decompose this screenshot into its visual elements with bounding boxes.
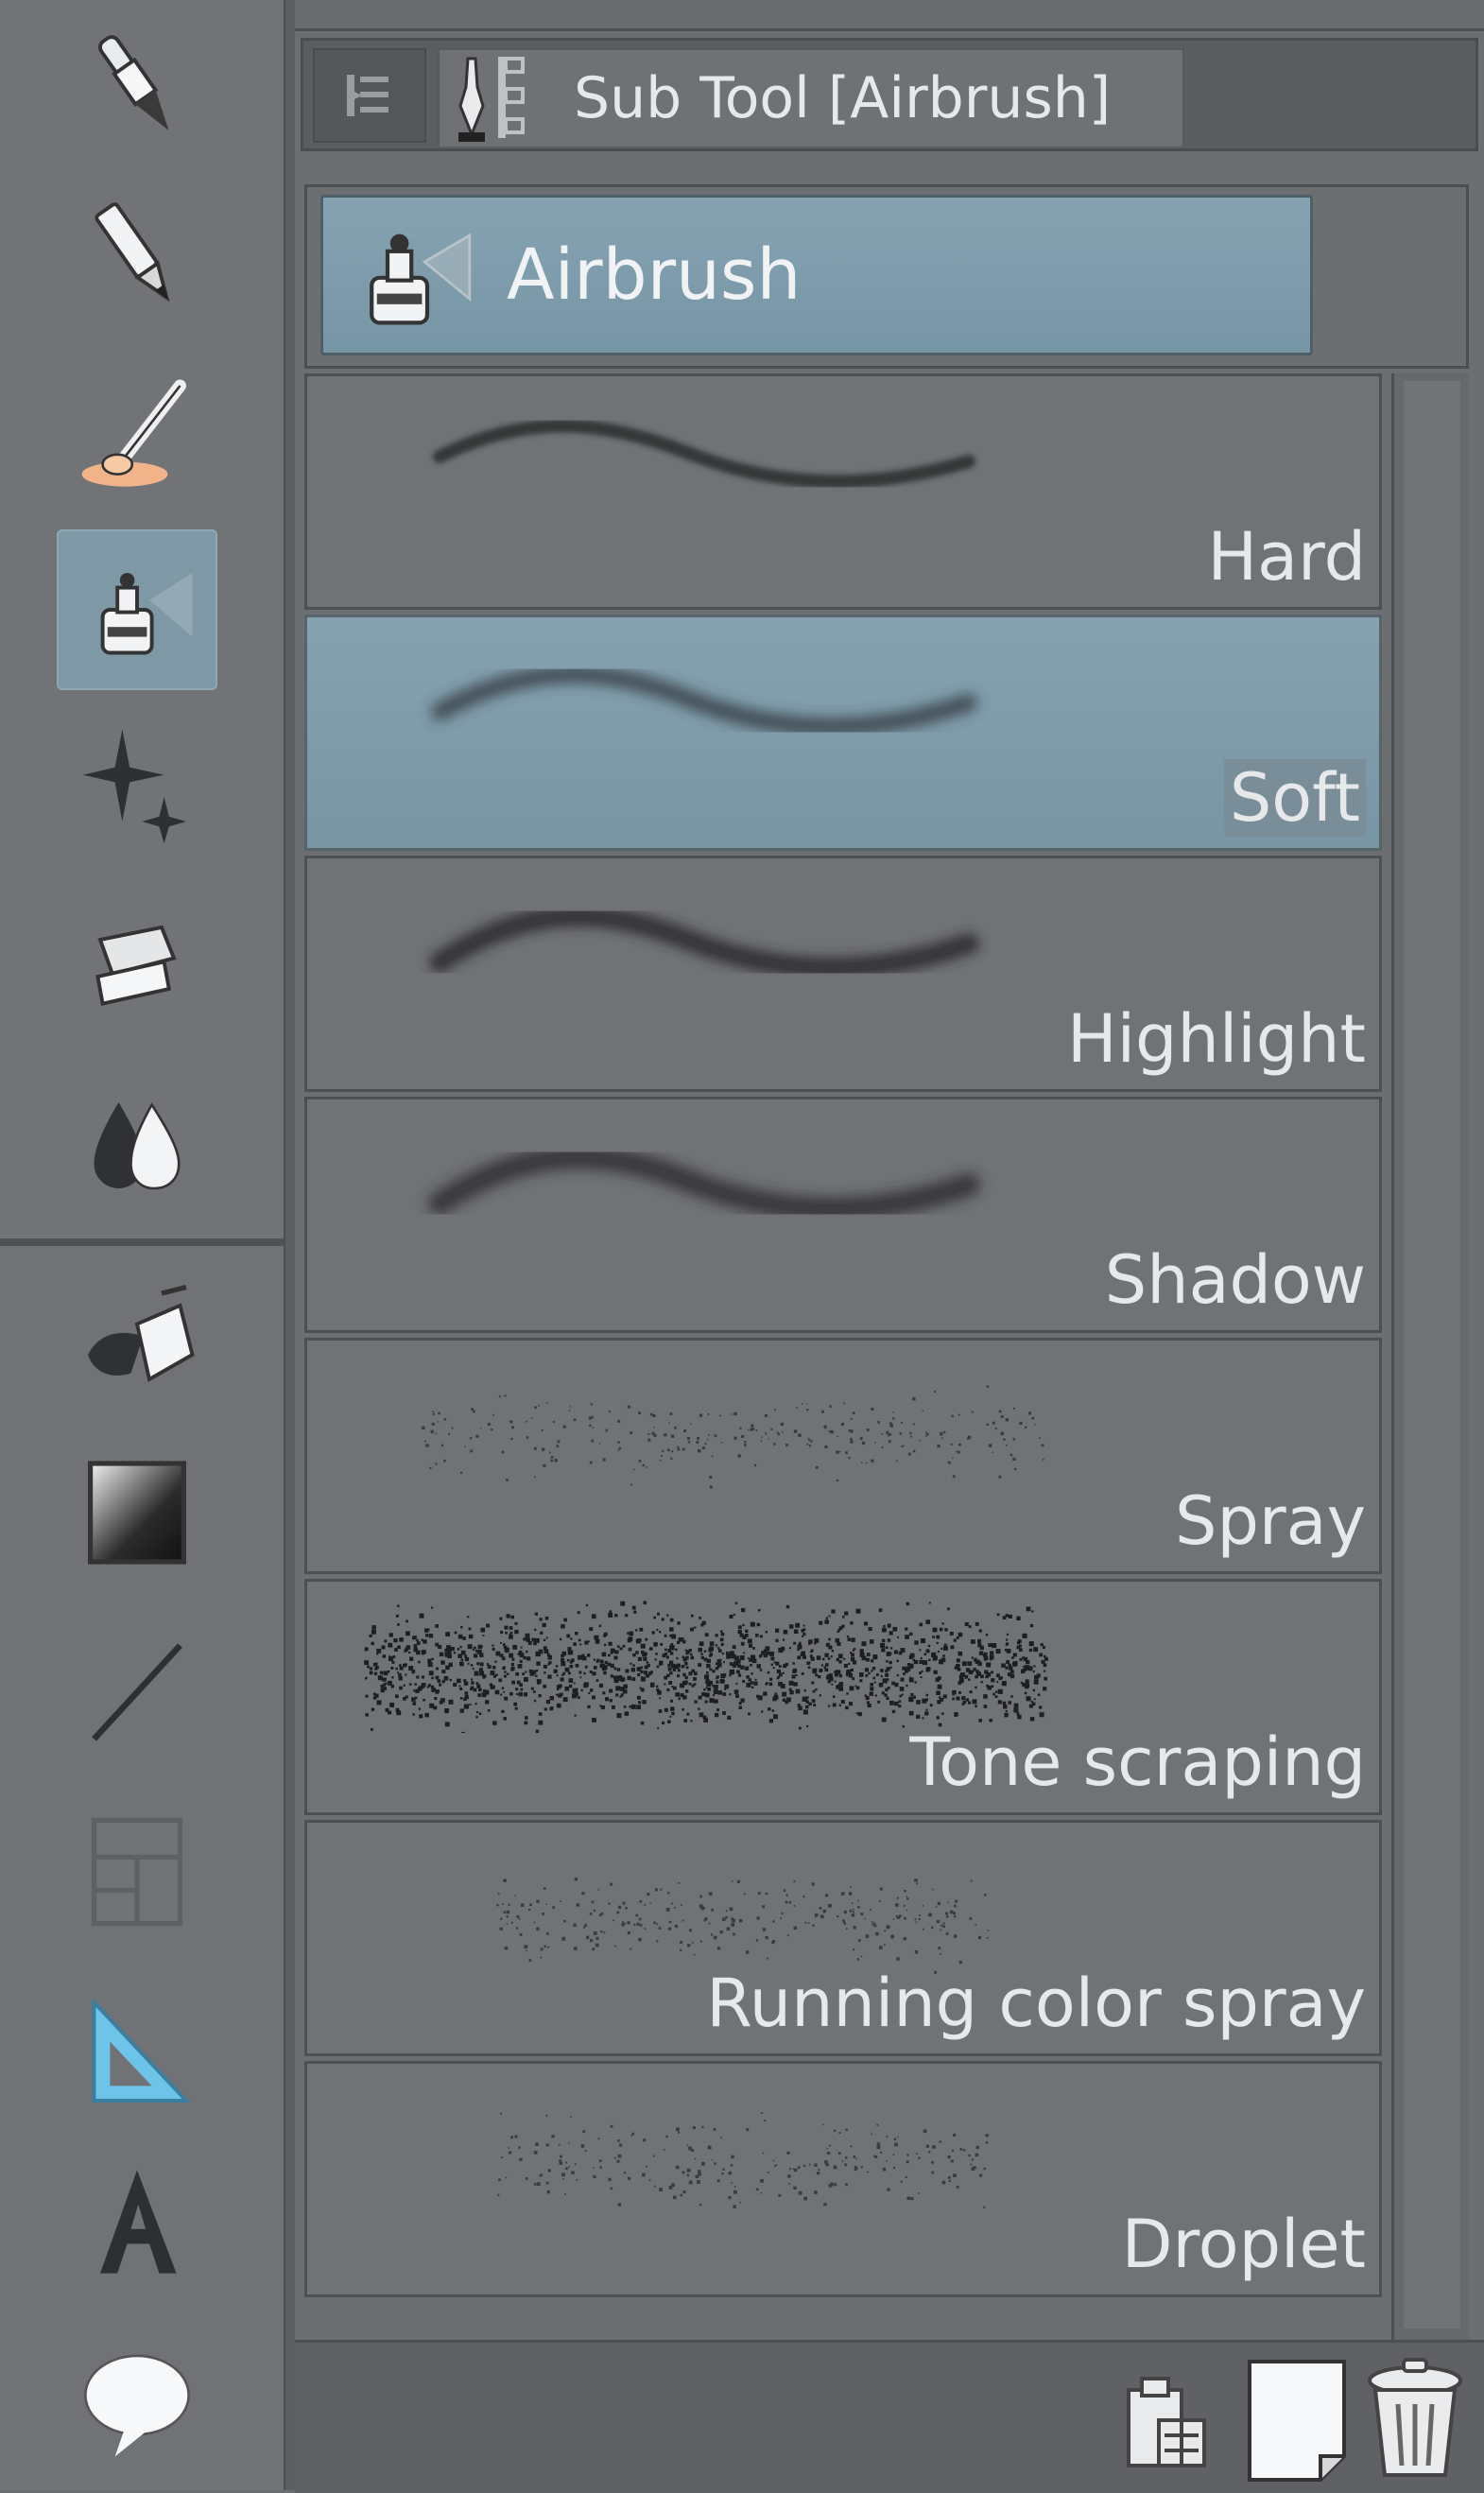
sub-tool-item-highlight[interactable]: Highlight [304, 856, 1382, 1092]
figure-tool[interactable] [57, 1612, 217, 1773]
scrollbar-thumb[interactable] [1404, 381, 1460, 2329]
pencil-icon [95, 202, 170, 303]
sub-tool-label: Spray [1175, 1482, 1366, 1560]
clipboard-copy-icon [1127, 2377, 1206, 2467]
eraser-tool[interactable] [57, 884, 217, 1045]
blend-drops-icon [94, 1102, 181, 1190]
frame-border-icon [91, 1817, 183, 1927]
new-sub-tool-button[interactable] [1240, 2352, 1354, 2484]
sub-tool-label: Shadow [1104, 1241, 1366, 1319]
frame-border-tool[interactable] [57, 1792, 217, 1952]
sub-tool-group-airbrush[interactable]: Airbrush [320, 195, 1313, 355]
sub-tool-panel: Sub Tool [Airbrush] Airbrush Hard Soft H… [295, 0, 1484, 2493]
sub-tool-item-soft[interactable]: Soft [304, 615, 1382, 851]
sub-tool-label: Tone scraping [909, 1723, 1366, 1801]
brush-stroke-preview [422, 1385, 1044, 1489]
decoration-tool[interactable] [57, 704, 217, 865]
pen-tool[interactable] [57, 5, 217, 165]
sub-tool-item-tone-scraping[interactable]: Tone scraping [304, 1579, 1382, 1815]
text-icon [100, 2170, 177, 2274]
sub-tool-label: Droplet [1121, 2206, 1366, 2283]
panel-bottom-bar [295, 2340, 1484, 2493]
sub-tool-group-area: Airbrush [304, 184, 1469, 369]
brush-stroke-preview [431, 666, 977, 736]
fill-bucket-icon [88, 1284, 195, 1383]
pencil-tool[interactable] [57, 175, 217, 336]
text-tool[interactable] [57, 2141, 217, 2302]
sub-tool-item-droplet[interactable]: Droplet [304, 2061, 1382, 2297]
menu-list-icon [347, 75, 388, 116]
sub-tool-item-running-color-spray[interactable]: Running color spray [304, 1820, 1382, 2056]
brush-stroke-preview [433, 419, 975, 489]
pen-nib-icon [98, 35, 169, 130]
balloon-tool[interactable] [57, 2321, 217, 2482]
fill-tool[interactable] [57, 1262, 217, 1423]
sub-tool-icon [458, 57, 525, 142]
blend-tool[interactable] [57, 1059, 217, 1220]
tab-sub-tool[interactable]: Sub Tool [Airbrush] [438, 48, 1184, 147]
sub-tool-item-spray[interactable]: Spray [304, 1338, 1382, 1574]
sub-tool-label: Highlight [1066, 1000, 1366, 1078]
ruler-icon [92, 1998, 191, 2103]
panel-menu-button[interactable] [313, 48, 426, 143]
copy-sub-tool-button[interactable] [1108, 2352, 1221, 2484]
sub-tool-label: Soft [1223, 759, 1366, 837]
sub-tool-list: Hard Soft Highlight Shadow Spray Tone sc… [304, 373, 1401, 2307]
gradient-icon [88, 1461, 186, 1565]
balloon-icon [84, 2354, 190, 2457]
sub-tool-item-hard[interactable]: Hard [304, 373, 1382, 610]
sparkle-decoration-icon [82, 729, 186, 844]
brush-stroke-preview [428, 1146, 980, 1221]
sub-tool-scrollbar[interactable] [1391, 373, 1469, 2349]
eraser-icon [95, 925, 177, 1006]
airbrush-icon [100, 573, 193, 655]
brush-stroke-preview [429, 906, 979, 978]
brush-stroke-preview [496, 1878, 990, 1974]
brush-stroke-preview [364, 1601, 1048, 1733]
airbrush-tool[interactable] [57, 529, 217, 690]
airbrush-icon [370, 233, 472, 325]
tool-palette-divider [0, 1238, 288, 1246]
sub-tool-label: Hard [1207, 518, 1366, 596]
delete-sub-tool-button[interactable] [1358, 2352, 1472, 2484]
panel-tab-bar: Sub Tool [Airbrush] [301, 38, 1478, 151]
line-figure-icon [92, 1643, 182, 1741]
brush-tool[interactable] [57, 355, 217, 515]
gradient-tool[interactable] [57, 1432, 217, 1593]
tool-palette [0, 0, 297, 2490]
sub-tool-item-shadow[interactable]: Shadow [304, 1097, 1382, 1333]
sub-tool-label: Running color spray [706, 1965, 1366, 2042]
brush-icon [81, 379, 186, 487]
tab-label: Sub Tool [Airbrush] [574, 65, 1112, 131]
ruler-tool[interactable] [57, 1971, 217, 2132]
trash-icon [1368, 2358, 1462, 2477]
sub-tool-group-label: Airbrush [507, 234, 802, 316]
brush-stroke-preview [497, 2112, 989, 2208]
new-page-icon [1248, 2360, 1346, 2482]
